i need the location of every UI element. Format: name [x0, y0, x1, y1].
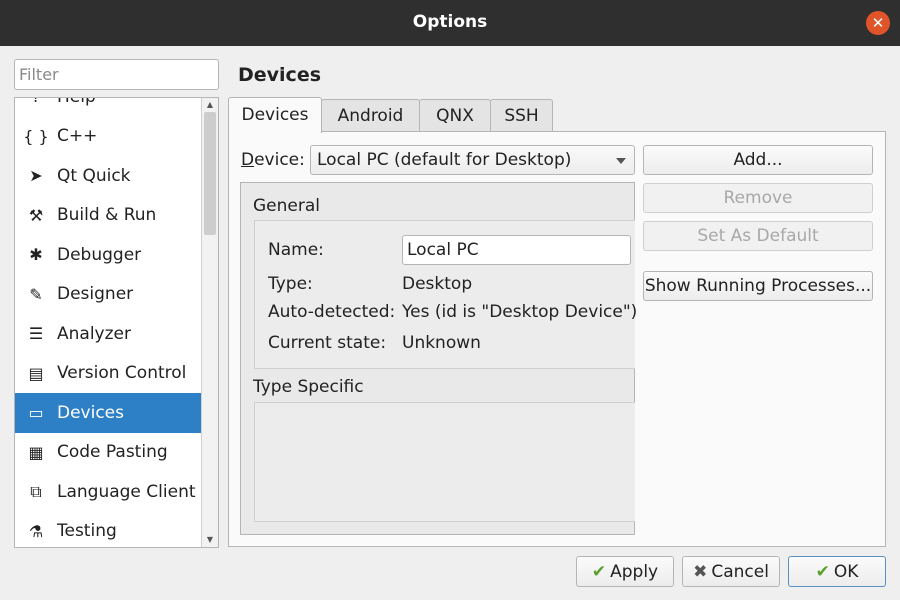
- auto-detected-label: Auto-detected:: [268, 302, 396, 322]
- cancel-button[interactable]: ✖ Cancel: [682, 556, 780, 587]
- sidebar-item-build-run[interactable]: ⚒ Build & Run: [15, 196, 201, 236]
- flask-icon: ⚗: [28, 521, 44, 541]
- type-specific-group: [254, 402, 635, 522]
- analyzer-icon: ☰: [28, 324, 44, 344]
- sidebar-item-label: Code Pasting: [57, 442, 168, 463]
- sidebar-item-cpp[interactable]: { } C++: [15, 117, 201, 157]
- cancel-label: Cancel: [711, 561, 769, 582]
- sidebar-item-analyzer[interactable]: ☰ Analyzer: [15, 314, 201, 354]
- sidebar-item-label: Version Control: [57, 363, 187, 384]
- tab-devices[interactable]: Devices: [228, 97, 322, 133]
- sidebar-scrollbar[interactable]: ▲ ▼: [201, 98, 218, 547]
- sidebar-item-label: Debugger: [57, 244, 142, 265]
- help-icon: ?: [23, 98, 49, 106]
- window-title: Options: [412, 12, 488, 32]
- scroll-down-arrow-icon[interactable]: ▼: [202, 533, 218, 547]
- plugin-icon: ⧉: [30, 481, 42, 501]
- paper-plane-icon: ➤: [29, 166, 43, 186]
- add-button[interactable]: Add...: [643, 145, 873, 175]
- document-icon: ▤: [28, 363, 44, 383]
- sidebar-item-designer[interactable]: ✎ Designer: [15, 275, 201, 315]
- sidebar-item-help[interactable]: ? Help: [15, 98, 201, 117]
- braces-icon: { }: [23, 126, 49, 146]
- apply-button[interactable]: ✔ Apply: [576, 556, 674, 587]
- filter-input[interactable]: [14, 59, 219, 90]
- clipboard-icon: ▦: [28, 442, 44, 462]
- sidebar-item-label: Designer: [57, 284, 134, 305]
- sidebar-nav: ? Help { } C++ ➤ Qt Quick ⚒ Build & Run …: [14, 97, 219, 548]
- device-select[interactable]: Local PC (default for Desktop): [310, 145, 635, 175]
- pencil-icon: ✎: [29, 284, 43, 304]
- sidebar-item-code-pasting[interactable]: ▦ Code Pasting: [15, 433, 201, 473]
- device-label: Device:: [241, 150, 305, 170]
- hammer-icon: ⚒: [28, 205, 44, 225]
- sidebar-item-label: Help: [57, 98, 96, 107]
- chevron-down-icon: [616, 158, 626, 164]
- sidebar-item-testing[interactable]: ⚗ Testing: [15, 512, 201, 548]
- set-default-button[interactable]: Set As Default: [643, 221, 873, 251]
- type-specific-group-title: Type Specific: [253, 377, 364, 397]
- sidebar-item-label: Testing: [57, 521, 117, 542]
- checkmark-icon: ✔: [815, 561, 830, 582]
- ok-button[interactable]: ✔ OK: [788, 556, 886, 587]
- tab-android[interactable]: Android: [321, 99, 420, 132]
- monitor-icon: ▭: [28, 403, 44, 423]
- current-state-value: Unknown: [402, 333, 481, 353]
- sidebar-item-version-control[interactable]: ▤ Version Control: [15, 354, 201, 394]
- title-bar: Options ✕: [0, 0, 900, 46]
- ok-label: OK: [833, 561, 859, 582]
- sidebar-item-language-client[interactable]: ⧉ Language Client: [15, 472, 201, 512]
- checkmark-icon: ✔: [591, 561, 607, 582]
- sidebar-item-qt-quick[interactable]: ➤ Qt Quick: [15, 156, 201, 196]
- sidebar-item-label: Language Client: [57, 481, 196, 502]
- general-group-title: General: [253, 196, 320, 216]
- tab-qnx[interactable]: QNX: [419, 99, 491, 132]
- name-input[interactable]: [402, 235, 631, 265]
- cancel-x-icon: ✖: [693, 561, 708, 582]
- scroll-thumb[interactable]: [204, 112, 216, 235]
- page-title: Devices: [238, 64, 322, 86]
- bug-icon: ✱: [29, 245, 43, 265]
- close-button[interactable]: ✕: [866, 11, 890, 35]
- sidebar-item-label: Devices: [57, 402, 124, 423]
- close-icon: ✕: [871, 14, 885, 32]
- auto-detected-value: Yes (id is "Desktop Device"): [402, 302, 638, 322]
- scroll-up-arrow-icon[interactable]: ▲: [202, 98, 218, 112]
- type-label: Type:: [268, 274, 313, 294]
- name-label: Name:: [268, 240, 324, 260]
- type-value: Desktop: [402, 274, 473, 294]
- sidebar-item-devices[interactable]: ▭ Devices: [15, 393, 201, 433]
- sidebar-item-label: Qt Quick: [57, 165, 131, 186]
- sidebar-item-debugger[interactable]: ✱ Debugger: [15, 235, 201, 275]
- remove-button[interactable]: Remove: [643, 183, 873, 213]
- device-select-value: Local PC (default for Desktop): [317, 150, 572, 170]
- tab-ssh[interactable]: SSH: [490, 99, 553, 132]
- sidebar-item-label: Analyzer: [57, 323, 131, 344]
- current-state-label: Current state:: [268, 333, 387, 353]
- sidebar-list: ? Help { } C++ ➤ Qt Quick ⚒ Build & Run …: [15, 98, 201, 548]
- sidebar-item-label: C++: [57, 126, 98, 147]
- apply-label: Apply: [610, 561, 659, 582]
- show-running-processes-button[interactable]: Show Running Processes...: [643, 271, 873, 301]
- sidebar-item-label: Build & Run: [57, 205, 157, 226]
